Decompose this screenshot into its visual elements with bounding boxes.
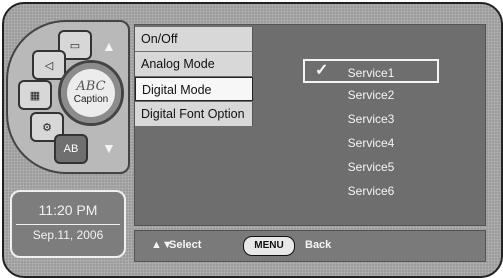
clock-date: Sep.11, 2006 <box>32 228 104 242</box>
knob-caption-label: Caption <box>73 94 109 105</box>
arrow-up-icon[interactable]: ▲ <box>102 38 116 54</box>
select-hint-label: Select <box>169 239 202 251</box>
caption-knob[interactable]: ABC Caption <box>58 60 124 126</box>
menu-item-on-off[interactable]: On/Off <box>135 27 253 51</box>
service-option-5[interactable]: Service5 <box>303 155 439 179</box>
service-option-4[interactable]: Service4 <box>303 131 439 155</box>
menu-key-button[interactable]: MENU <box>243 236 295 256</box>
bottom-hint-bar: ▲▼ Select MENU Back <box>134 230 486 262</box>
service-option-1[interactable]: ✓ Service1 <box>303 59 439 83</box>
service-option-6[interactable]: Service6 <box>303 179 439 203</box>
menu-item-digital-mode[interactable]: Digital Mode <box>135 77 253 101</box>
knob-abc-text: ABC <box>76 79 106 94</box>
picture-icon[interactable]: ▦ <box>18 80 52 110</box>
service-options: ✓ Service1 Service2 Service3 Service4 Se… <box>303 59 439 203</box>
ab-label: AB <box>63 143 79 155</box>
clock-box: 11:20 PM Sep.11, 2006 <box>10 190 126 258</box>
service-option-label: Service1 <box>347 66 395 80</box>
menu-list: On/Off Analog Mode Digital Mode Digital … <box>135 27 253 127</box>
clock-divider <box>16 224 120 225</box>
back-hint-label: Back <box>305 239 332 251</box>
clock-time: 11:20 PM <box>38 202 98 218</box>
ab-segment[interactable]: AB <box>54 134 88 164</box>
menu-item-analog-mode[interactable]: Analog Mode <box>135 52 253 76</box>
arrow-down-icon[interactable]: ▼ <box>102 140 116 156</box>
checkmark-icon: ✓ <box>315 62 329 79</box>
menu-area: On/Off Analog Mode Digital Mode Digital … <box>134 24 486 226</box>
tv-menu-frame: ▭ ◁ ▦ ⚙ AB ABC Caption ▲ ▼ 11:20 PM Sep.… <box>2 2 503 278</box>
control-panel: ▭ ◁ ▦ ⚙ AB ABC Caption ▲ ▼ 11:20 PM Sep.… <box>4 4 130 276</box>
service-option-3[interactable]: Service3 <box>303 107 439 131</box>
menu-item-digital-font-option[interactable]: Digital Font Option <box>135 102 253 126</box>
service-option-2[interactable]: Service2 <box>303 83 439 107</box>
speaker-icon[interactable]: ◁ <box>32 50 66 80</box>
